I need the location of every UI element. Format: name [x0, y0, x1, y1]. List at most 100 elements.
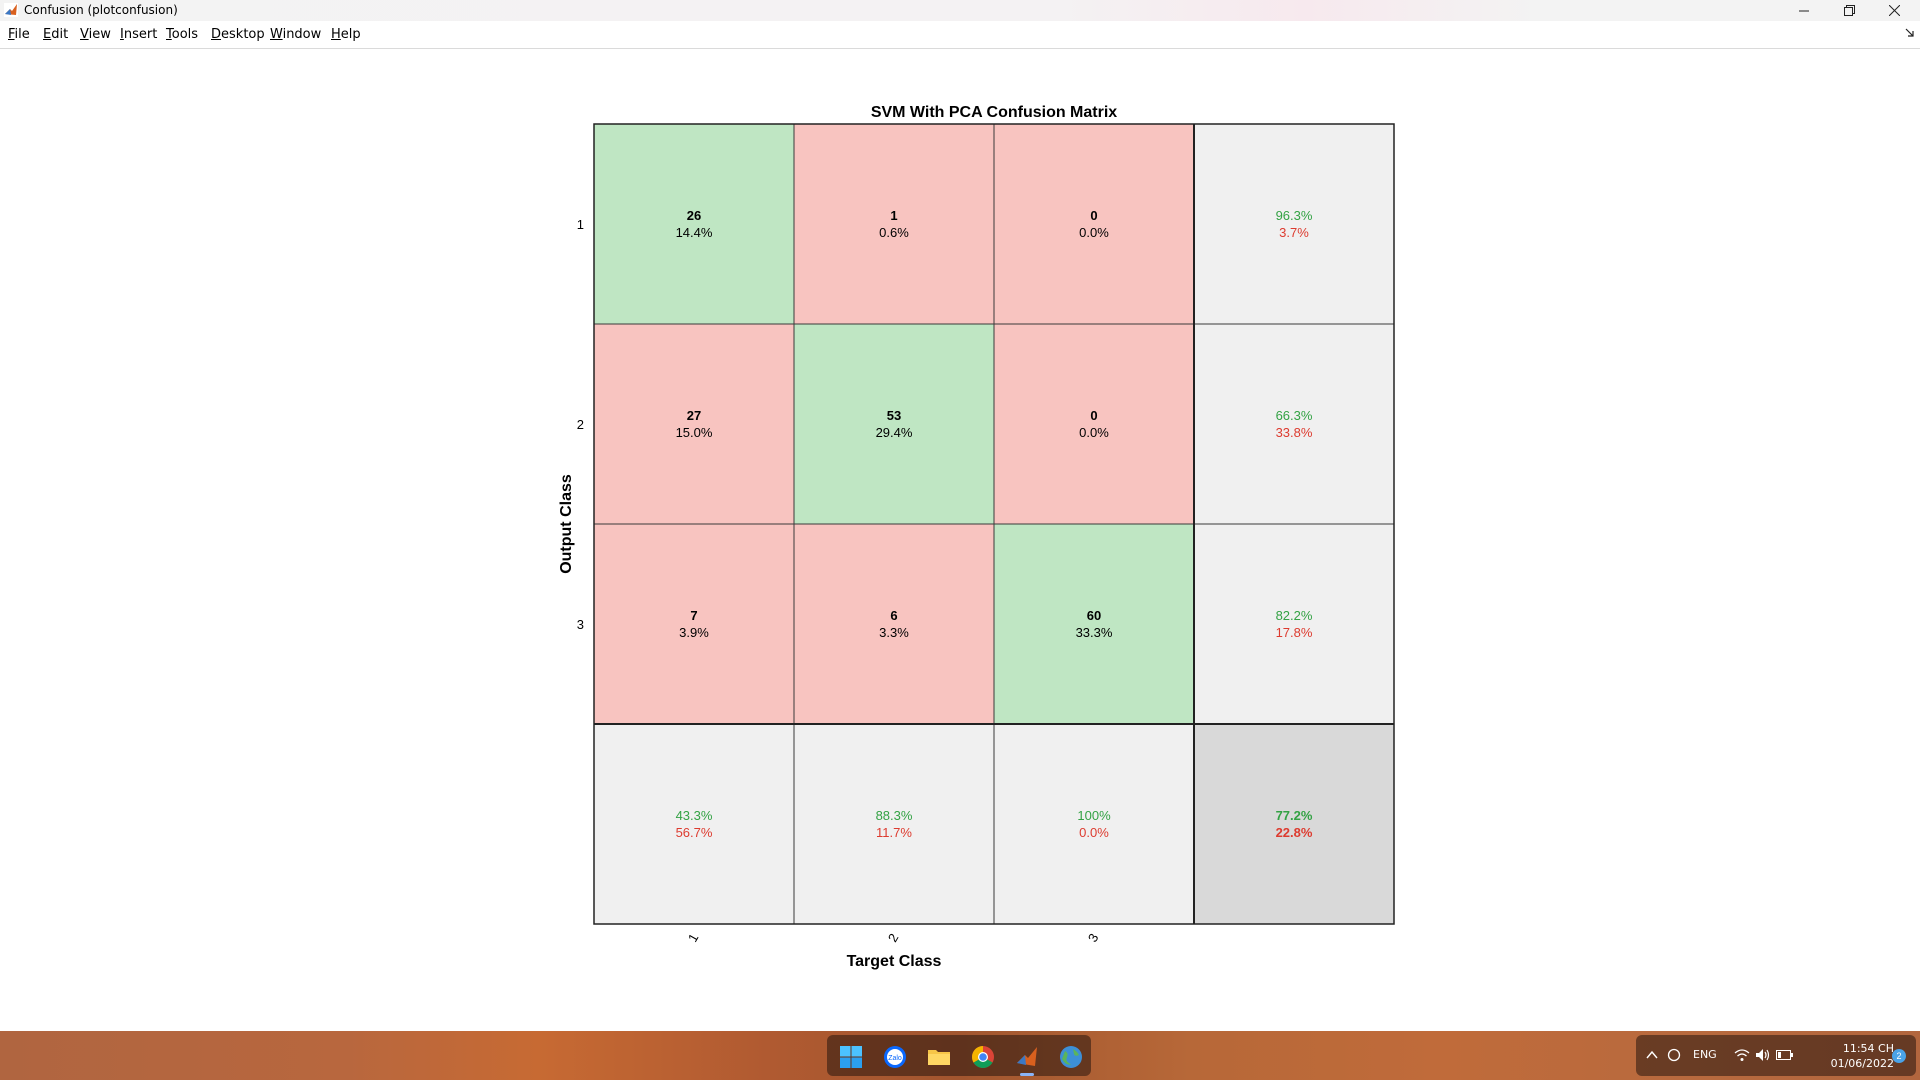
- earth-app[interactable]: [1057, 1043, 1085, 1071]
- chrome-icon: [972, 1046, 994, 1068]
- menu-tools[interactable]: Tools: [166, 27, 198, 42]
- matrix-cell-r2-c2: [793, 323, 995, 525]
- matrix-cell-r4-c3: [993, 723, 1195, 925]
- matlab-icon: [1017, 1047, 1037, 1066]
- row-summary-wrong-3: 17.8%: [1276, 625, 1313, 640]
- close-icon: [1888, 5, 1900, 16]
- overall-accuracy: 77.2%: [1276, 808, 1313, 823]
- cell-percent-r1-c2: 0.6%: [879, 225, 909, 240]
- matrix-cell-r1-c3: [993, 123, 1195, 325]
- menu-window[interactable]: Window: [270, 27, 321, 42]
- chart-title: SVM With PCA Confusion Matrix: [871, 104, 1117, 121]
- file-explorer-icon: [928, 1050, 950, 1065]
- matrix-cell-r2-c3: [993, 323, 1195, 525]
- matrix-cell-r1-c2: [793, 123, 995, 325]
- cell-count-r3-c1: 7: [690, 608, 697, 623]
- volume-icon[interactable]: [1755, 1048, 1771, 1062]
- confusion-matrix-chart: 2614.4%10.6%00.0%2715.0%5329.4%00.0%73.9…: [558, 104, 1395, 970]
- row-summary-correct-1: 96.3%: [1276, 208, 1313, 223]
- matrix-cell-r3-c2: [793, 523, 995, 725]
- clock-time[interactable]: 11:54 CH: [1832, 1042, 1894, 1055]
- taskbar: Zalo ENG 11:54 CH 01/06/2022 2: [0, 1031, 1920, 1080]
- row-summary-wrong-2: 33.8%: [1276, 425, 1313, 440]
- copilot-circle-icon[interactable]: [1667, 1048, 1681, 1062]
- cell-percent-r2-c1: 15.0%: [676, 425, 713, 440]
- menu-file[interactable]: File: [8, 27, 30, 42]
- menu-insert[interactable]: Insert: [120, 27, 157, 42]
- col-summary-wrong-2: 11.7%: [876, 825, 912, 840]
- col-summary-correct-1: 43.3%: [676, 808, 713, 823]
- menu-desktop[interactable]: Desktop: [211, 27, 265, 42]
- chevron-up-icon[interactable]: [1646, 1050, 1658, 1060]
- matrix-cell-r4-c2: [793, 723, 995, 925]
- y-tick-label-1: 1: [577, 217, 584, 232]
- matrix-cell-r3-c1: [593, 523, 795, 725]
- restore-button[interactable]: [1826, 0, 1872, 21]
- col-summary-wrong-3: 0.0%: [1079, 825, 1109, 840]
- matrix-cell-r2-c4: [1193, 323, 1395, 525]
- minimize-button[interactable]: [1781, 0, 1827, 21]
- cell-percent-r3-c1: 3.9%: [679, 625, 709, 640]
- file-explorer-app[interactable]: [925, 1043, 953, 1071]
- earth-app-icon: [1060, 1046, 1082, 1068]
- cell-percent-r2-c2: 29.4%: [876, 425, 913, 440]
- wifi-icon[interactable]: [1734, 1048, 1750, 1062]
- row-summary-correct-2: 66.3%: [1276, 408, 1313, 423]
- start-button[interactable]: [837, 1043, 865, 1071]
- matrix-cell-r1-c4: [1193, 123, 1395, 325]
- row-summary-correct-3: 82.2%: [1276, 608, 1313, 623]
- cell-count-r3-c3: 60: [1087, 608, 1101, 623]
- col-summary-wrong-1: 56.7%: [676, 825, 713, 840]
- y-tick-label-2: 2: [577, 417, 584, 432]
- y-axis-label: Output Class: [558, 474, 575, 574]
- system-tray: ENG 11:54 CH 01/06/2022 2: [1636, 1035, 1916, 1076]
- battery-icon[interactable]: [1776, 1049, 1794, 1061]
- menu-bar: File Edit View Insert Tools Desktop Wind…: [0, 21, 1920, 49]
- window-title: Confusion (plotconfusion): [24, 3, 178, 17]
- matlab-taskbar-app[interactable]: [1013, 1043, 1041, 1071]
- matrix-cell-r3-c3: [993, 523, 1195, 725]
- cell-count-r1-c1: 26: [687, 208, 701, 223]
- chrome-app[interactable]: [969, 1043, 997, 1071]
- cell-percent-r1-c3: 0.0%: [1079, 225, 1109, 240]
- taskbar-apps: Zalo: [827, 1035, 1091, 1076]
- clock-date[interactable]: 01/06/2022: [1824, 1057, 1894, 1070]
- cell-count-r3-c2: 6: [890, 608, 897, 623]
- x-tick-label-2: 2: [885, 931, 902, 945]
- overall-error: 22.8%: [1276, 825, 1313, 840]
- svg-text:Zalo: Zalo: [888, 1055, 902, 1062]
- cell-percent-r2-c3: 0.0%: [1079, 425, 1109, 440]
- x-axis-label: Target Class: [847, 953, 942, 970]
- matrix-cell-r2-c1: [593, 323, 795, 525]
- cell-percent-r3-c3: 33.3%: [1076, 625, 1113, 640]
- title-bar: Confusion (plotconfusion): [0, 0, 1920, 21]
- x-tick-label-1: 1: [685, 931, 702, 945]
- matrix-cell-r3-c4: [1193, 523, 1395, 725]
- cell-count-r2-c1: 27: [687, 408, 701, 423]
- col-summary-correct-2: 88.3%: [876, 808, 913, 823]
- zalo-icon: Zalo: [884, 1046, 906, 1068]
- notification-badge[interactable]: 2: [1892, 1049, 1906, 1063]
- minimize-icon: [1799, 10, 1809, 11]
- windows-start-icon: [840, 1046, 862, 1068]
- menu-help[interactable]: Help: [331, 27, 361, 42]
- dock-arrow-icon[interactable]: [1905, 28, 1915, 38]
- row-summary-wrong-1: 3.7%: [1279, 225, 1309, 240]
- cell-percent-r1-c1: 14.4%: [676, 225, 713, 240]
- x-tick-label-3: 3: [1085, 931, 1102, 945]
- close-button[interactable]: [1871, 0, 1917, 21]
- cell-count-r1-c2: 1: [890, 208, 897, 223]
- y-tick-label-3: 3: [577, 617, 584, 632]
- zalo-app[interactable]: Zalo: [881, 1043, 909, 1071]
- matlab-app-icon: [4, 3, 18, 17]
- menu-edit[interactable]: Edit: [43, 27, 68, 42]
- active-app-indicator: [1020, 1073, 1034, 1076]
- cell-count-r1-c3: 0: [1090, 208, 1097, 223]
- menu-view[interactable]: View: [80, 27, 111, 42]
- language-indicator[interactable]: ENG: [1693, 1048, 1717, 1061]
- matrix-cell-r4-c1: [593, 723, 795, 925]
- matrix-cell-r4-c4: [1193, 723, 1395, 925]
- matrix-cell-r1-c1: [593, 123, 795, 325]
- cell-count-r2-c3: 0: [1090, 408, 1097, 423]
- cell-count-r2-c2: 53: [887, 408, 901, 423]
